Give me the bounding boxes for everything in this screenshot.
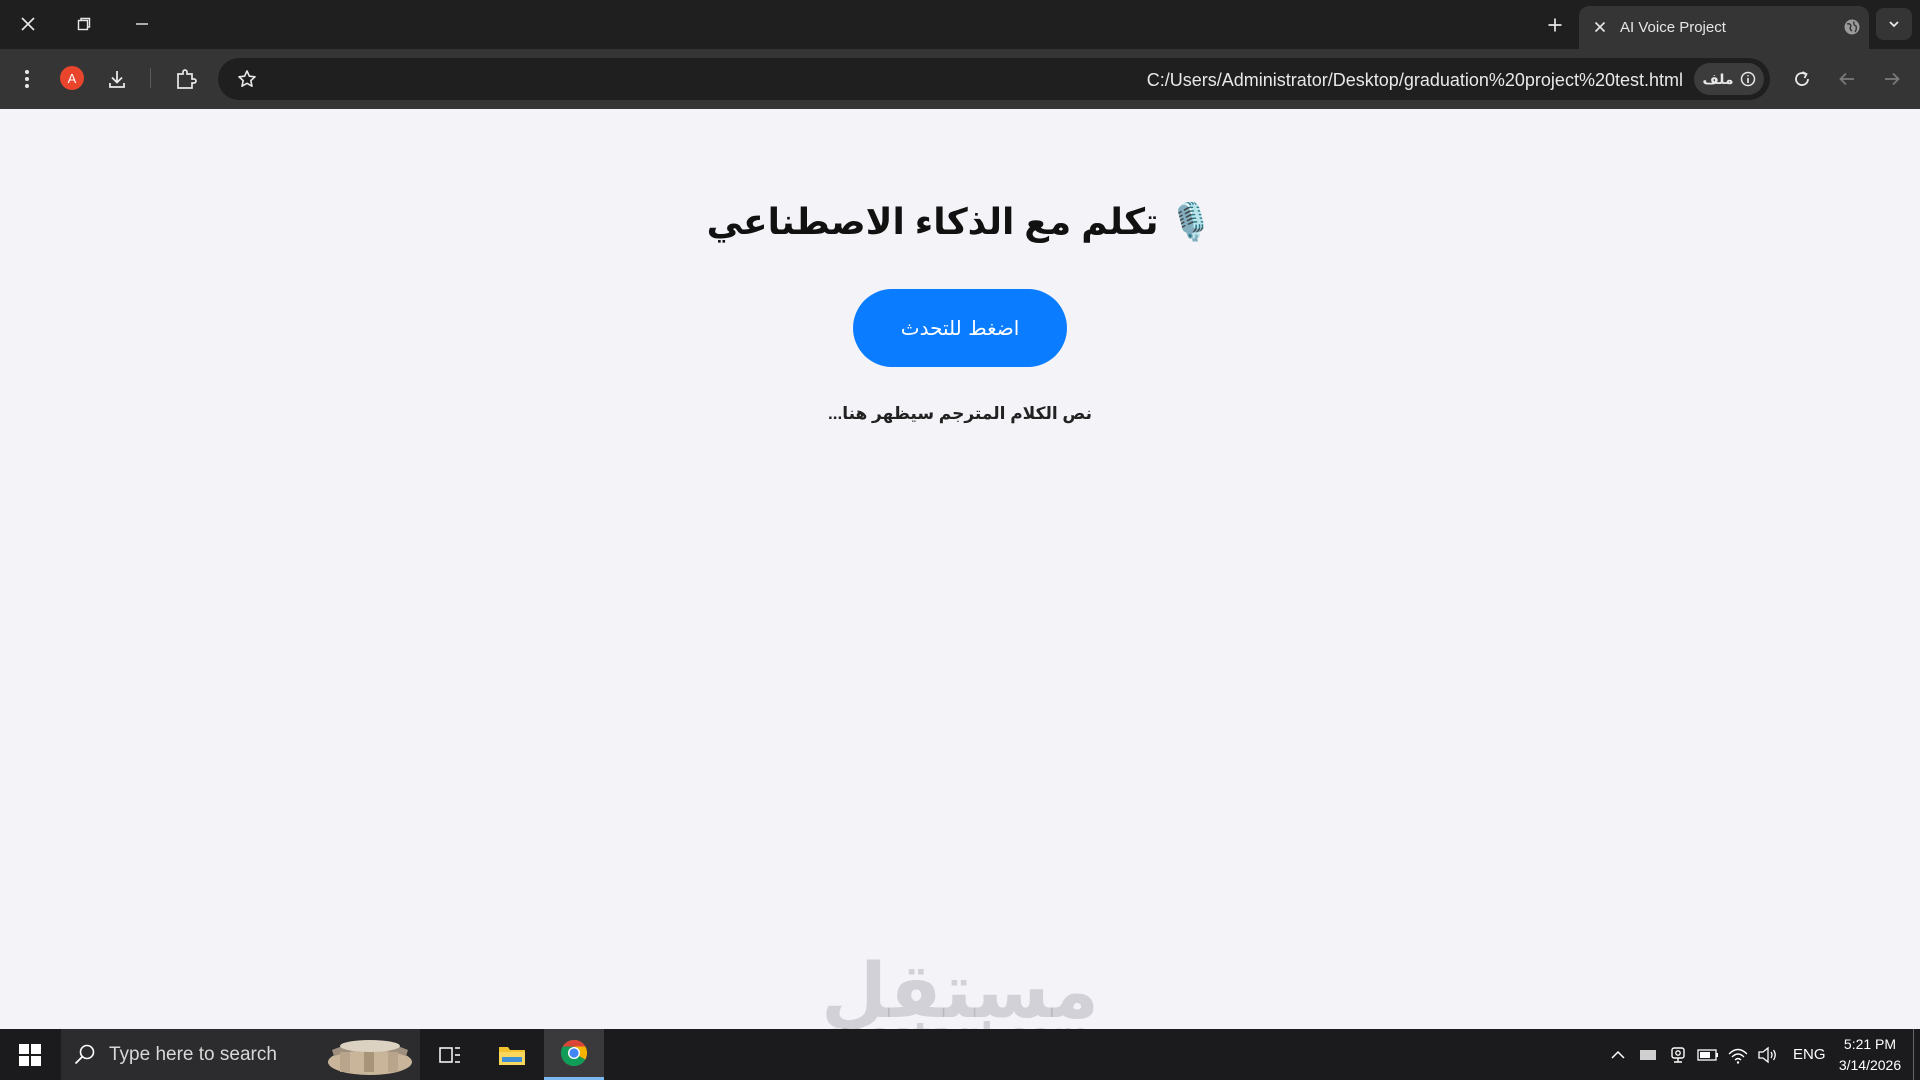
window-close-button[interactable] xyxy=(8,7,48,41)
reload-button[interactable] xyxy=(1783,60,1821,98)
arrow-right-icon xyxy=(1885,72,1900,86)
window-restore-button[interactable] xyxy=(64,7,104,41)
display-icon xyxy=(1640,1050,1656,1060)
star-icon xyxy=(238,70,256,87)
chevron-up-icon xyxy=(1611,1050,1625,1059)
battery-button[interactable] xyxy=(1697,1044,1719,1066)
chrome-taskbar-button[interactable] xyxy=(544,1029,604,1080)
show-desktop-button[interactable] xyxy=(1913,1029,1914,1080)
bookmark-button[interactable] xyxy=(234,66,260,92)
back-button[interactable] xyxy=(1828,60,1866,98)
browser-tab-strip: AI Voice Project xyxy=(0,0,1920,49)
reload-icon xyxy=(1795,71,1809,86)
search-highlight-image xyxy=(328,1040,412,1075)
address-bar[interactable]: C:/Users/Administrator/Desktop/graduatio… xyxy=(218,58,1770,100)
file-explorer-button[interactable] xyxy=(482,1029,542,1080)
watermark-arabic: مستقل xyxy=(821,946,1099,1035)
site-info-label: ملف xyxy=(1702,70,1734,87)
start-button[interactable] xyxy=(10,1037,50,1073)
profile-avatar[interactable]: A xyxy=(60,66,84,90)
extensions-button[interactable] xyxy=(167,60,205,98)
download-icon xyxy=(109,71,125,88)
page-title: 🎙️ تكلم مع الذكاء الاصطناعي xyxy=(0,201,1920,243)
tab-close-button[interactable] xyxy=(1589,16,1611,38)
info-icon xyxy=(1740,71,1755,87)
browser-menu-button[interactable] xyxy=(8,60,46,98)
taskbar: Type here to search ENG 5:21 PM 3/14/202… xyxy=(0,1029,1920,1080)
tray-overflow-button[interactable] xyxy=(1607,1044,1629,1066)
site-info-chip[interactable]: ملف xyxy=(1694,63,1764,95)
page-title-text: تكلم مع الذكاء الاصطناعي xyxy=(706,201,1159,242)
microphone-icon: 🎙️ xyxy=(1168,202,1214,243)
task-view-button[interactable] xyxy=(420,1029,480,1080)
folder-icon xyxy=(499,1046,525,1065)
close-icon xyxy=(1594,21,1606,33)
transcript-text: نص الكلام المترجم سيظهر هنا... xyxy=(828,404,1092,423)
puzzle-icon xyxy=(177,69,197,89)
windows-icon xyxy=(19,1044,41,1066)
chrome-icon xyxy=(560,1039,588,1067)
search-icon xyxy=(74,1044,95,1065)
restore-icon xyxy=(77,17,91,31)
globe-icon xyxy=(1844,19,1860,35)
clock-date: 3/14/2026 xyxy=(1838,1057,1902,1073)
task-view-icon xyxy=(439,1046,460,1063)
search-placeholder: Type here to search xyxy=(109,1044,277,1065)
chevron-down-icon xyxy=(1889,21,1899,28)
system-clock[interactable]: 5:21 PM 3/14/2026 xyxy=(1830,1034,1910,1076)
window-minimize-button[interactable] xyxy=(122,7,162,41)
minimize-icon xyxy=(136,23,148,25)
close-icon xyxy=(21,17,35,31)
arrow-left-icon xyxy=(1839,72,1854,86)
network-button[interactable] xyxy=(1727,1044,1749,1066)
more-vertical-icon xyxy=(25,70,29,88)
toolbar-divider xyxy=(150,68,151,88)
tray-device-button[interactable] xyxy=(1637,1044,1659,1066)
plus-icon xyxy=(1548,18,1562,32)
forward-button[interactable] xyxy=(1873,60,1911,98)
clock-time: 5:21 PM xyxy=(1843,1036,1897,1052)
volume-button[interactable] xyxy=(1757,1044,1779,1066)
camera-icon xyxy=(1671,1047,1685,1063)
taskbar-search-box[interactable]: Type here to search xyxy=(61,1029,420,1080)
wifi-icon xyxy=(1728,1048,1748,1064)
talk-button[interactable]: اضغط للتحدث xyxy=(853,289,1067,367)
tray-meet-button[interactable] xyxy=(1667,1044,1689,1066)
url-text[interactable]: C:/Users/Administrator/Desktop/graduatio… xyxy=(1147,70,1683,91)
tab-ai-voice-project[interactable]: AI Voice Project xyxy=(1579,6,1869,49)
tab-search-button[interactable] xyxy=(1876,8,1912,40)
tab-title: AI Voice Project xyxy=(1620,19,1726,36)
new-tab-button[interactable] xyxy=(1538,10,1572,40)
page-content: 🎙️ تكلم مع الذكاء الاصطناعي اضغط للتحدث … xyxy=(0,109,1920,1055)
speaker-icon xyxy=(1758,1046,1776,1064)
input-language[interactable]: ENG xyxy=(1793,1046,1826,1063)
downloads-button[interactable] xyxy=(98,60,136,98)
battery-icon xyxy=(1697,1049,1718,1061)
